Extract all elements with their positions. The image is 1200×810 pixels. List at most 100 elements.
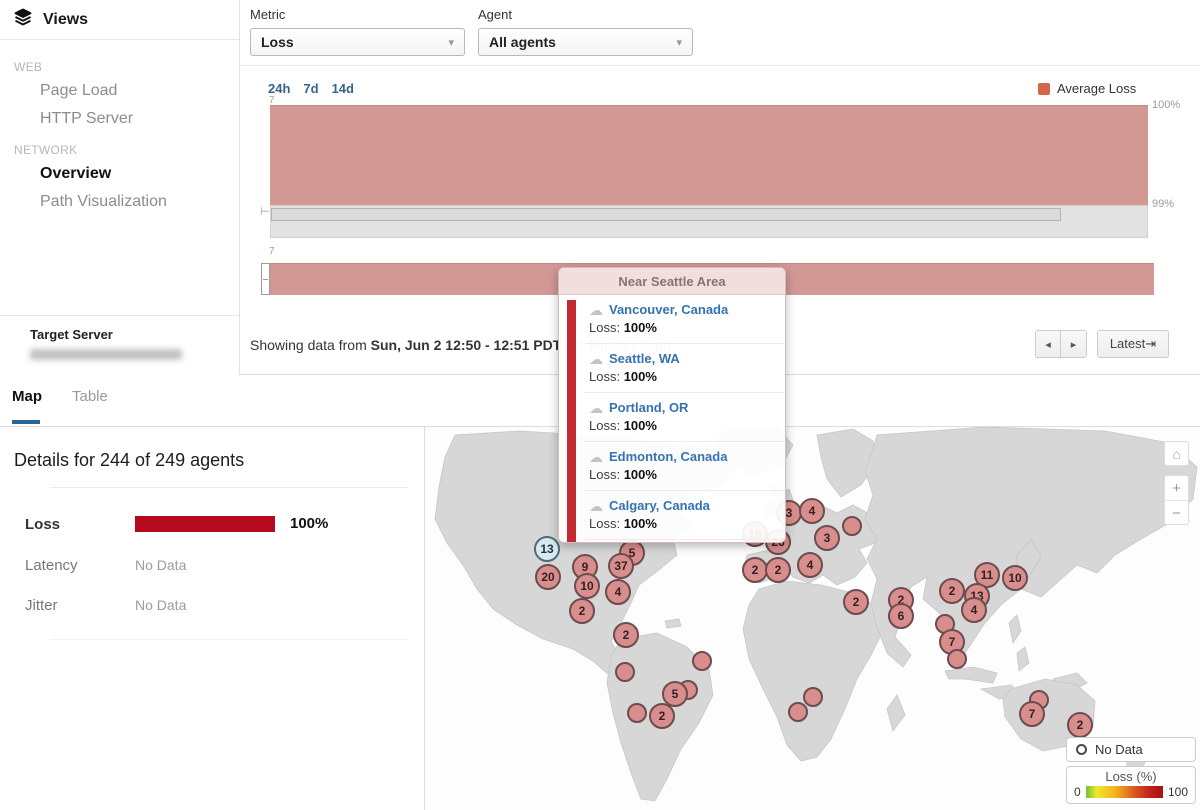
divider [50, 639, 408, 640]
agent-cluster-marker[interactable] [692, 651, 712, 671]
agent-cluster-marker[interactable]: 2 [1067, 712, 1093, 738]
agent-link[interactable]: Calgary, Canada [609, 498, 710, 513]
agent-cluster-marker[interactable]: 2 [613, 622, 639, 648]
timeline-scrollbar[interactable] [270, 205, 1148, 238]
agent-loss: Loss: 100% [589, 418, 775, 433]
metric-label: Metric [250, 7, 465, 22]
map-zoom-in-button[interactable]: + [1165, 476, 1188, 501]
chevron-down-icon: ▾ [448, 36, 454, 49]
y-axis-tick-mini: 7 [269, 246, 275, 257]
sidebar-item-http-server[interactable]: HTTP Server [0, 105, 239, 133]
agent-cluster-marker[interactable] [788, 702, 808, 722]
agent-filter: Agent All agents ▾ [478, 7, 693, 56]
agent-cluster-marker[interactable]: 37 [608, 553, 634, 579]
agent-cluster-marker[interactable]: 7 [1019, 701, 1045, 727]
loss-value: 100% [290, 515, 328, 532]
tooltip-agent-list: ☁ Vancouver, Canada Loss: 100% ☁ Seattle, WA… [585, 295, 785, 543]
next-round-button[interactable]: ▸ [1061, 330, 1087, 358]
previous-round-button[interactable]: ◂ [1035, 330, 1061, 358]
time-range-tabs: 24h 7d 14d [268, 81, 354, 96]
tooltip-agent-entry: ☁Vancouver, CanadaLoss: 100% [585, 295, 785, 344]
target-server-section: Target Server [0, 315, 239, 375]
details-heading: Details for 244 of 249 agents [14, 450, 244, 471]
agent-cluster-marker[interactable]: 2 [569, 598, 595, 624]
sidebar-item-page-load[interactable]: Page Load [0, 77, 239, 105]
tab-map[interactable]: Map [12, 388, 42, 405]
timeline-scrollbar-thumb[interactable] [271, 208, 1061, 221]
agent-cluster-marker[interactable]: 6 [888, 603, 914, 629]
agent-cluster-marker[interactable] [842, 516, 862, 536]
target-server-label: Target Server [30, 327, 239, 342]
agent-cluster-no-data[interactable]: 13 [534, 536, 560, 562]
metric-selected-value: Loss [261, 34, 294, 50]
sidebar-item-overview[interactable]: Overview [0, 160, 239, 188]
tooltip-agent-entry: ☁Edmonton, CanadaLoss: 100% [585, 442, 785, 491]
chart-legend: Average Loss [1038, 81, 1136, 96]
map-home-button[interactable]: ⌂ [1164, 441, 1189, 466]
loss-timeline-chart[interactable] [270, 105, 1148, 205]
sidebar-item-path-visualization[interactable]: Path Visualization [0, 188, 239, 216]
latency-row-label: Latency [25, 557, 78, 574]
divider [50, 487, 408, 488]
cloud-agent-icon: ☁ [589, 352, 603, 366]
agent-link[interactable]: Vancouver, Canada [609, 302, 728, 317]
y-axis-label-100: 100% [1152, 99, 1180, 111]
loss-legend-max: 100 [1168, 785, 1188, 799]
target-server-value-redacted [30, 349, 182, 360]
latest-button[interactable]: Latest⇥ [1097, 330, 1169, 358]
details-panel: Details for 244 of 249 agents Loss 100% … [0, 427, 425, 810]
agent-cluster-marker[interactable]: 10 [1002, 565, 1028, 591]
round-nav: ◂ ▸ [1035, 330, 1087, 358]
agent-loss: Loss: 100% [589, 320, 775, 335]
agent-cluster-marker[interactable]: 4 [797, 552, 823, 578]
agent-cluster-marker[interactable]: 4 [605, 579, 631, 605]
agent-cluster-marker[interactable]: 3 [814, 525, 840, 551]
range-tab-7d[interactable]: 7d [303, 81, 318, 96]
agent-world-map[interactable]: 132095371042252162634322422621110134772 … [425, 427, 1200, 810]
jitter-row-label: Jitter [25, 597, 58, 614]
loss-bar [135, 516, 275, 532]
cloud-agent-icon: ☁ [589, 499, 603, 513]
agent-cluster-marker[interactable]: 2 [939, 578, 965, 604]
tooltip-agent-entry: ☁Seattle, WALoss: 100% [585, 344, 785, 393]
agent-cluster-marker[interactable] [627, 703, 647, 723]
jitter-value: No Data [135, 597, 186, 613]
tooltip-loss-bar [567, 300, 576, 543]
agent-cluster-marker[interactable]: 10 [574, 573, 600, 599]
agent-link[interactable]: Portland, OR [609, 400, 688, 415]
sidebar-section-label: WEB [14, 60, 239, 74]
tooltip-agent-entry: ☁Calgary, CanadaLoss: 100% [585, 491, 785, 540]
agent-cluster-marker[interactable]: 20 [535, 564, 561, 590]
sidebar-header: Views [0, 0, 239, 40]
range-tab-24h[interactable]: 24h [268, 81, 290, 96]
agent-select[interactable]: All agents ▾ [478, 28, 693, 56]
agent-cluster-marker[interactable]: 2 [843, 589, 869, 615]
app-root: Views WEBPage LoadHTTP ServerNETWORKOver… [0, 0, 1200, 810]
tooltip-title: Near Seattle Area [559, 268, 785, 295]
map-zoom-out-button[interactable]: − [1165, 501, 1188, 526]
agent-cluster-marker[interactable]: 4 [799, 498, 825, 524]
agent-link[interactable]: Seattle, WA [609, 351, 680, 366]
filter-bar: Metric Loss ▾ Agent All agents ▾ [240, 0, 1200, 66]
agent-cluster-marker[interactable] [947, 649, 967, 669]
legend-swatch [1038, 83, 1050, 95]
agent-cluster-marker[interactable] [803, 687, 823, 707]
timeline-brush-handle[interactable] [261, 263, 270, 295]
views-sidebar: Views WEBPage LoadHTTP ServerNETWORKOver… [0, 0, 240, 375]
loss-gradient-bar [1086, 786, 1163, 798]
agent-cluster-marker[interactable]: 2 [765, 557, 791, 583]
loss-legend-min: 0 [1074, 785, 1081, 799]
range-tab-14d[interactable]: 14d [332, 81, 354, 96]
chevron-down-icon: ▾ [676, 36, 682, 49]
y-axis-label-99: 99% [1152, 198, 1174, 210]
agent-cluster-marker[interactable]: 4 [961, 597, 987, 623]
tooltip-agent-entry: ☁Portland, ORLoss: 100% [585, 393, 785, 442]
agent-cluster-marker[interactable]: 2 [649, 703, 675, 729]
metric-select[interactable]: Loss ▾ [250, 28, 465, 56]
agent-loss: Loss: 100% [589, 467, 775, 482]
seattle-area-tooltip: Near Seattle Area ☁ Vancouver, Canada Loss… [558, 267, 786, 543]
scrollbar-tick: ⊢ [260, 205, 270, 218]
tab-table[interactable]: Table [72, 388, 108, 405]
agent-link[interactable]: Edmonton, Canada [609, 449, 727, 464]
agent-cluster-marker[interactable] [615, 662, 635, 682]
